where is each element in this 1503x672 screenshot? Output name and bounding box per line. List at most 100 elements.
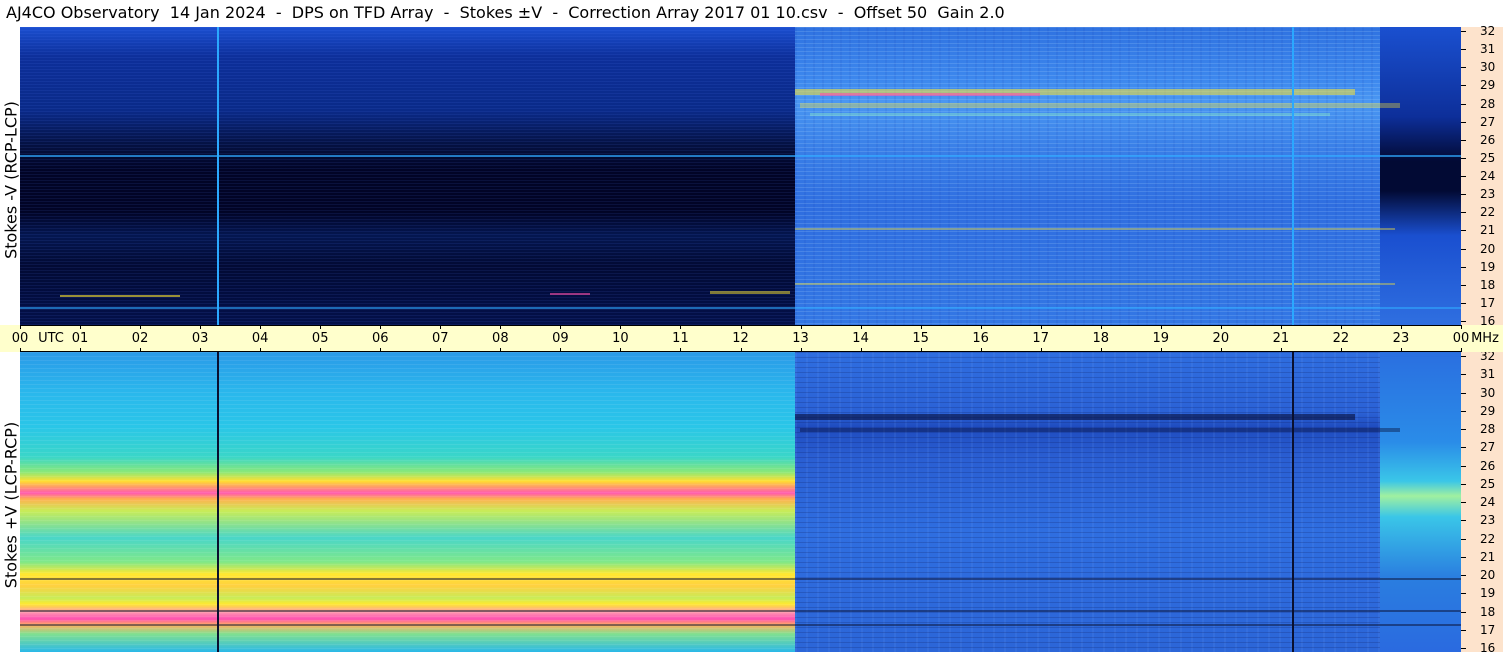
frequency-tick-mark <box>1461 629 1466 631</box>
frequency-tick-label: 21 <box>1480 223 1496 238</box>
time-tick-label: 03 <box>191 331 209 346</box>
frequency-tick-mark <box>1461 410 1466 412</box>
panel-divider-bottom <box>20 351 1461 352</box>
frequency-tick-mark <box>1461 356 1466 357</box>
frequency-tick-label: 25 <box>1480 476 1496 491</box>
top-panel-ylabel: Stokes -V (RCP-LCP) <box>1 101 21 259</box>
frequency-tick-mark <box>1461 447 1466 449</box>
frequency-tick-label: 17 <box>1480 295 1496 310</box>
frequency-tick-mark <box>1461 194 1466 196</box>
frequency-tick-mark <box>1461 648 1466 649</box>
time-tick-label: 00 <box>1452 331 1470 346</box>
frequency-tick-mark <box>1461 121 1466 123</box>
time-tick-label: 23 <box>1392 331 1410 346</box>
frequency-tick-label: 23 <box>1480 513 1496 528</box>
frequency-tick-mark <box>1461 212 1466 214</box>
frequency-tick-label: 30 <box>1480 385 1496 400</box>
frequency-tick-label: 31 <box>1480 367 1496 382</box>
frequency-tick-mark <box>1461 392 1466 394</box>
frequency-tick-mark <box>1461 284 1466 286</box>
frequency-tick-mark <box>1461 230 1466 232</box>
frequency-tick-mark <box>1461 611 1466 613</box>
chart-title: AJ4CO Observatory 14 Jan 2024 - DPS on T… <box>6 3 1005 22</box>
frequency-tick-label: 29 <box>1480 78 1496 93</box>
frequency-tick-mark <box>1461 248 1466 250</box>
mhz-label: MHz <box>1471 331 1499 346</box>
frequency-tick-mark <box>1461 176 1466 177</box>
frequency-tick-label: 20 <box>1480 241 1496 256</box>
frequency-tick-label: 24 <box>1480 495 1496 509</box>
frequency-tick-label: 22 <box>1480 205 1496 220</box>
frequency-tick-mark <box>1461 302 1466 304</box>
frequency-tick-label: 22 <box>1480 531 1496 546</box>
time-tick-label: 21 <box>1272 331 1290 346</box>
time-tick-label: 09 <box>552 331 569 346</box>
frequency-tick-label: 25 <box>1480 150 1496 165</box>
time-tick-label: 10 <box>612 331 629 346</box>
frequency-tick-mark <box>1461 103 1466 105</box>
frequency-tick-label: 19 <box>1480 586 1496 601</box>
frequency-tick-label: 19 <box>1480 259 1496 274</box>
frequency-tick-mark <box>1461 67 1466 69</box>
frequency-tick-label: 17 <box>1480 622 1496 637</box>
frequency-tick-label: 20 <box>1480 568 1496 582</box>
frequency-tick-label: 27 <box>1480 440 1496 455</box>
time-tick-label: 04 <box>251 331 269 346</box>
frequency-tick-mark <box>1461 502 1466 503</box>
frequency-tick-mark <box>1461 374 1466 376</box>
frequency-axis-bottom: 32 31 30 29 28 27 26 25 24 23 22 21 20 19 18 17 16 <box>1461 349 1503 655</box>
frequency-tick-mark <box>1461 593 1466 595</box>
frequency-tick-label: 27 <box>1480 114 1496 129</box>
time-tick-label: 06 <box>371 331 389 346</box>
time-tick-label: 01 <box>71 331 89 346</box>
frequency-tick-label: 28 <box>1480 96 1496 111</box>
frequency-tick-mark <box>1461 139 1466 141</box>
time-tick-label: 22 <box>1332 331 1350 346</box>
frequency-tick-label: 26 <box>1480 132 1496 147</box>
bottom-panel-ylabel: Stokes +V (LCP-RCP) <box>1 421 21 589</box>
frequency-tick-label: 32 <box>1480 24 1496 38</box>
frequency-tick-label: 26 <box>1480 458 1496 473</box>
frequency-tick-label: 28 <box>1480 422 1496 436</box>
time-tick-label: 12 <box>732 331 749 346</box>
frequency-tick-mark <box>1461 429 1466 430</box>
frequency-tick-mark <box>1461 321 1466 322</box>
frequency-tick-label: 23 <box>1480 187 1496 202</box>
frequency-tick-label: 31 <box>1480 42 1496 57</box>
spectrogram-top-panel <box>20 27 1461 325</box>
frequency-tick-label: 29 <box>1480 403 1496 418</box>
time-tick-label: 17 <box>1032 331 1049 346</box>
bottom-features <box>20 352 1461 652</box>
time-tick-label: 13 <box>792 331 809 346</box>
frequency-tick-mark <box>1461 465 1466 467</box>
time-tick-label: 20 <box>1212 331 1230 346</box>
frequency-tick-label: 16 <box>1480 641 1496 655</box>
time-axis: UTC MHz 00 01 02 03 04 05 06 07 08 09 10 11 12 13 14 15… <box>0 325 1503 352</box>
frequency-tick-label: 18 <box>1480 604 1496 619</box>
time-tick-label: 15 <box>912 331 929 346</box>
time-tick-mark <box>1461 325 1462 329</box>
spectrogram-bottom-panel <box>20 352 1461 652</box>
frequency-tick-label: 24 <box>1480 169 1496 183</box>
time-tick-label: 11 <box>672 331 689 346</box>
frequency-tick-label: 30 <box>1480 60 1496 75</box>
frequency-tick-label: 21 <box>1480 549 1496 564</box>
time-tick-label: 00 <box>11 331 29 346</box>
time-tick-label: 07 <box>432 331 449 346</box>
time-tick-label: 14 <box>852 331 869 346</box>
time-tick-label: 16 <box>972 331 989 346</box>
time-tick-label: 18 <box>1092 331 1110 346</box>
time-tick-label: 19 <box>1152 331 1170 346</box>
time-tick-label: 08 <box>492 331 509 346</box>
frequency-tick-label: 18 <box>1480 277 1496 292</box>
frequency-tick-mark <box>1461 556 1466 558</box>
frequency-tick-mark <box>1461 49 1466 51</box>
frequency-axis-top: 32 31 30 29 28 27 26 25 24 23 22 21 20 19 18 17 16 <box>1461 24 1503 328</box>
time-tick-mark <box>1461 348 1462 352</box>
frequency-tick-mark <box>1461 85 1466 87</box>
utc-label: UTC <box>38 331 64 346</box>
frequency-tick-mark <box>1461 520 1466 522</box>
frequency-tick-mark <box>1461 538 1466 540</box>
frequency-tick-mark <box>1461 483 1466 485</box>
time-tick-label: 05 <box>311 331 329 346</box>
